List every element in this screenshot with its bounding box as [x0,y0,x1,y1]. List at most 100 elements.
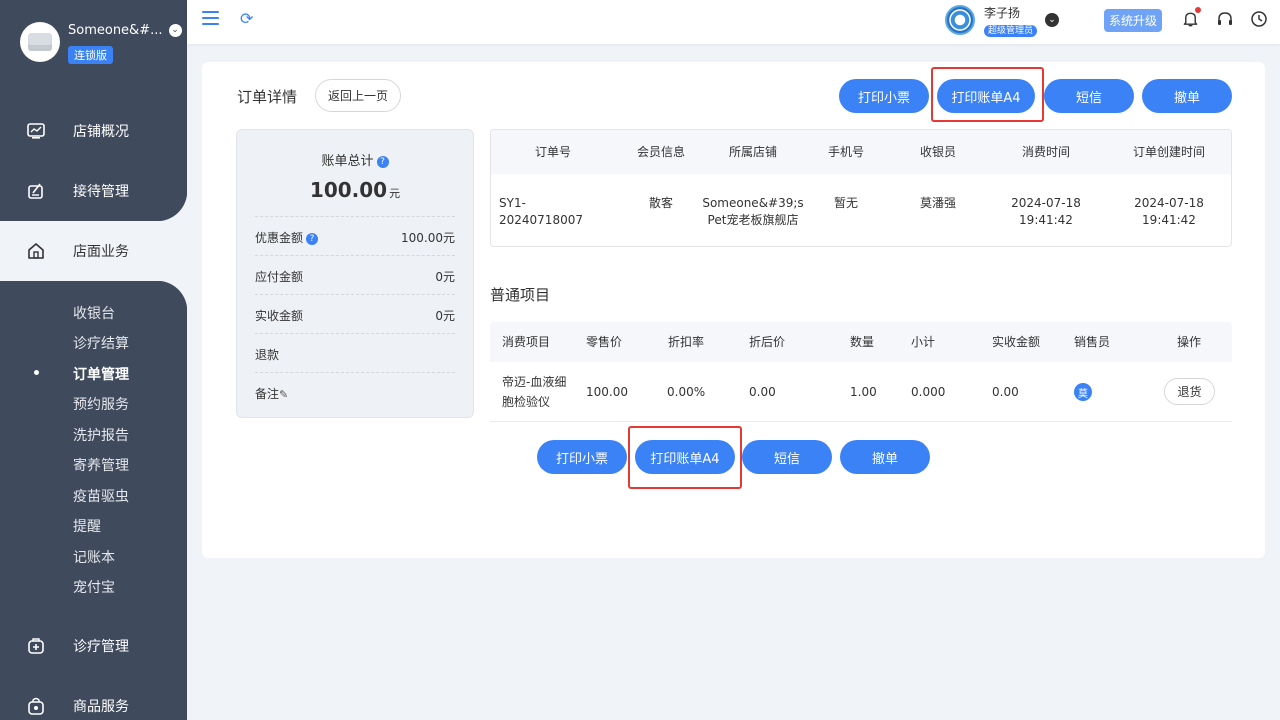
cancel-order-button-top[interactable]: 撤单 [1142,79,1232,113]
sub-item-reminder[interactable]: 提醒 [73,516,101,536]
received-amount: 0.00 [992,385,1019,399]
summary-value: 100.00元 [401,231,455,245]
col-header: 消费项目 [502,335,551,349]
nav-label: 店铺概况 [73,124,129,140]
discounted-price: 0.00 [749,385,776,399]
page-title: 订单详情 [237,88,298,106]
item-name-line: 胞检验仪 [502,395,551,409]
bag-icon [28,697,44,715]
col-header: 折后价 [749,335,786,349]
create-time: 2024-07-18 19:41:42 [1119,195,1219,229]
current-indicator [34,370,39,375]
nav-item-store-overview[interactable]: 店铺概况 [0,101,187,161]
chevron-down-icon[interactable]: ⌄ [1045,13,1059,27]
store-line: Someone&#39;s [702,196,804,210]
sub-item-boarding[interactable]: 寄养管理 [73,455,129,475]
edit-icon[interactable]: ✎ [279,388,288,401]
cancel-order-button-bottom[interactable]: 撤单 [840,440,930,474]
summary-row: 优惠金额? 100.00元 [255,216,455,254]
refresh-icon[interactable]: ⟳ [240,11,256,27]
sub-item-cashier[interactable]: 收银台 [73,303,115,323]
edition-badge: 连锁版 [68,46,113,64]
bill-summary: 账单总计? 100.00 元 优惠金额? 100.00元 应付金额 0元 实收金额… [236,129,474,418]
nav-label: 商品服务 [73,699,129,715]
help-icon[interactable]: ? [306,233,319,245]
col-header: 操作 [1177,335,1202,349]
back-button[interactable]: 返回上一页 [315,79,401,112]
item-name: 帝迈-血液细 胞检验仪 [502,372,566,412]
print-receipt-button-bottom[interactable]: 打印小票 [537,440,627,474]
avatar[interactable] [945,5,975,35]
date: 2024-07-18 [1134,196,1204,210]
col-header: 订单创建时间 [1132,145,1205,159]
summary-label: 优惠金额 [255,231,304,245]
col-header: 折扣率 [668,335,705,349]
retail-price: 100.00 [586,385,628,399]
nav-item-medical[interactable]: 诊疗管理 [0,616,187,676]
sub-item-appointment[interactable]: 预约服务 [73,394,129,414]
order-info-table: 订单号 会员信息 所属店铺 手机号 收银员 消费时间 订单创建时间 SY1-20… [490,129,1232,247]
user-role-badge: 超级管理员 [984,25,1038,37]
table-row: 帝迈-血液细 胞检验仪 100.00 0.00% 0.00 1.00 0.000… [490,362,1232,422]
dashboard-icon [27,123,45,139]
nav-item-store-business[interactable]: 店面业务 [0,221,187,281]
col-header: 收银员 [919,145,956,159]
user-name: 李子扬 [984,6,1021,20]
discount-rate: 0.00% [667,385,706,399]
quantity: 1.00 [850,385,877,399]
order-number: SY1-20240718007 [499,196,583,227]
sub-item-grooming-report[interactable]: 洗护报告 [73,425,129,445]
sub-item-order-management[interactable]: 订单管理 [73,364,129,384]
sms-button-top[interactable]: 短信 [1044,79,1134,113]
highlight-box [628,426,742,489]
time: 19:41:42 [1019,213,1073,227]
col-header: 实收金额 [992,335,1041,349]
highlight-box [931,67,1044,122]
print-receipt-button-top[interactable]: 打印小票 [839,79,929,113]
headset-icon[interactable] [1216,10,1234,28]
col-header: 所属店铺 [728,145,777,159]
phone: 暂无 [833,196,858,210]
summary-row-remark[interactable]: 备注✎ [255,372,455,410]
reception-icon [28,183,43,199]
nav-item-reception[interactable]: 接待管理 [0,161,187,221]
summary-title: 账单总计 [321,154,374,169]
item-name-line: 帝迈-血液细 [502,375,567,389]
summary-row: 实收金额 0元 [255,294,455,332]
items-table: 消费项目 零售价 折扣率 折后价 数量 小计 实收金额 销售员 操作 帝迈-血液… [490,322,1232,423]
system-upgrade-button[interactable]: 系统升级 [1104,9,1163,32]
summary-row: 应付金额 0元 [255,255,455,293]
sms-button-bottom[interactable]: 短信 [742,440,832,474]
col-header: 会员信息 [636,145,685,159]
home-icon [28,243,44,259]
order-detail-card: 订单详情 返回上一页 打印小票 打印账单A4 短信 撤单 账单总计? 100.0… [202,62,1265,558]
help-icon[interactable]: ? [376,156,389,168]
notification-dot [1195,7,1201,13]
col-header: 小计 [911,335,936,349]
nav-label: 店面业务 [73,244,129,260]
summary-label: 退款 [255,348,280,362]
store-line: Pet宠老板旗舰店 [707,213,799,227]
sidebar: Someone&#... ⌄ 连锁版 店铺概况 接待管理 店面业务 收银台 诊疗… [0,0,187,720]
summary-total: 100.00 [309,178,388,202]
store-name-cell: Someone&#39;s Pet宠老板旗舰店 [698,195,808,229]
time: 19:41:42 [1142,213,1196,227]
store-logo [20,22,60,62]
sub-item-ledger[interactable]: 记账本 [73,547,115,567]
return-button[interactable]: 退货 [1164,378,1215,405]
summary-label: 备注 [255,387,280,401]
chevron-down-icon[interactable]: ⌄ [168,24,182,37]
clock-icon[interactable] [1250,10,1268,28]
col-header: 手机号 [827,145,864,159]
sub-item-vaccine[interactable]: 疫苗驱虫 [73,486,129,506]
sub-item-treatment-settlement[interactable]: 诊疗结算 [73,333,129,353]
col-header: 零售价 [586,335,623,349]
summary-label: 实收金额 [255,309,304,323]
summary-label: 应付金额 [255,270,304,284]
menu-icon[interactable] [202,11,219,25]
sub-item-pet-pay[interactable]: 宠付宝 [73,577,115,597]
summary-row: 退款 [255,333,455,371]
nav-item-products[interactable]: 商品服务 [0,676,187,720]
section-title: 普通项目 [490,286,551,304]
col-header: 数量 [850,335,875,349]
